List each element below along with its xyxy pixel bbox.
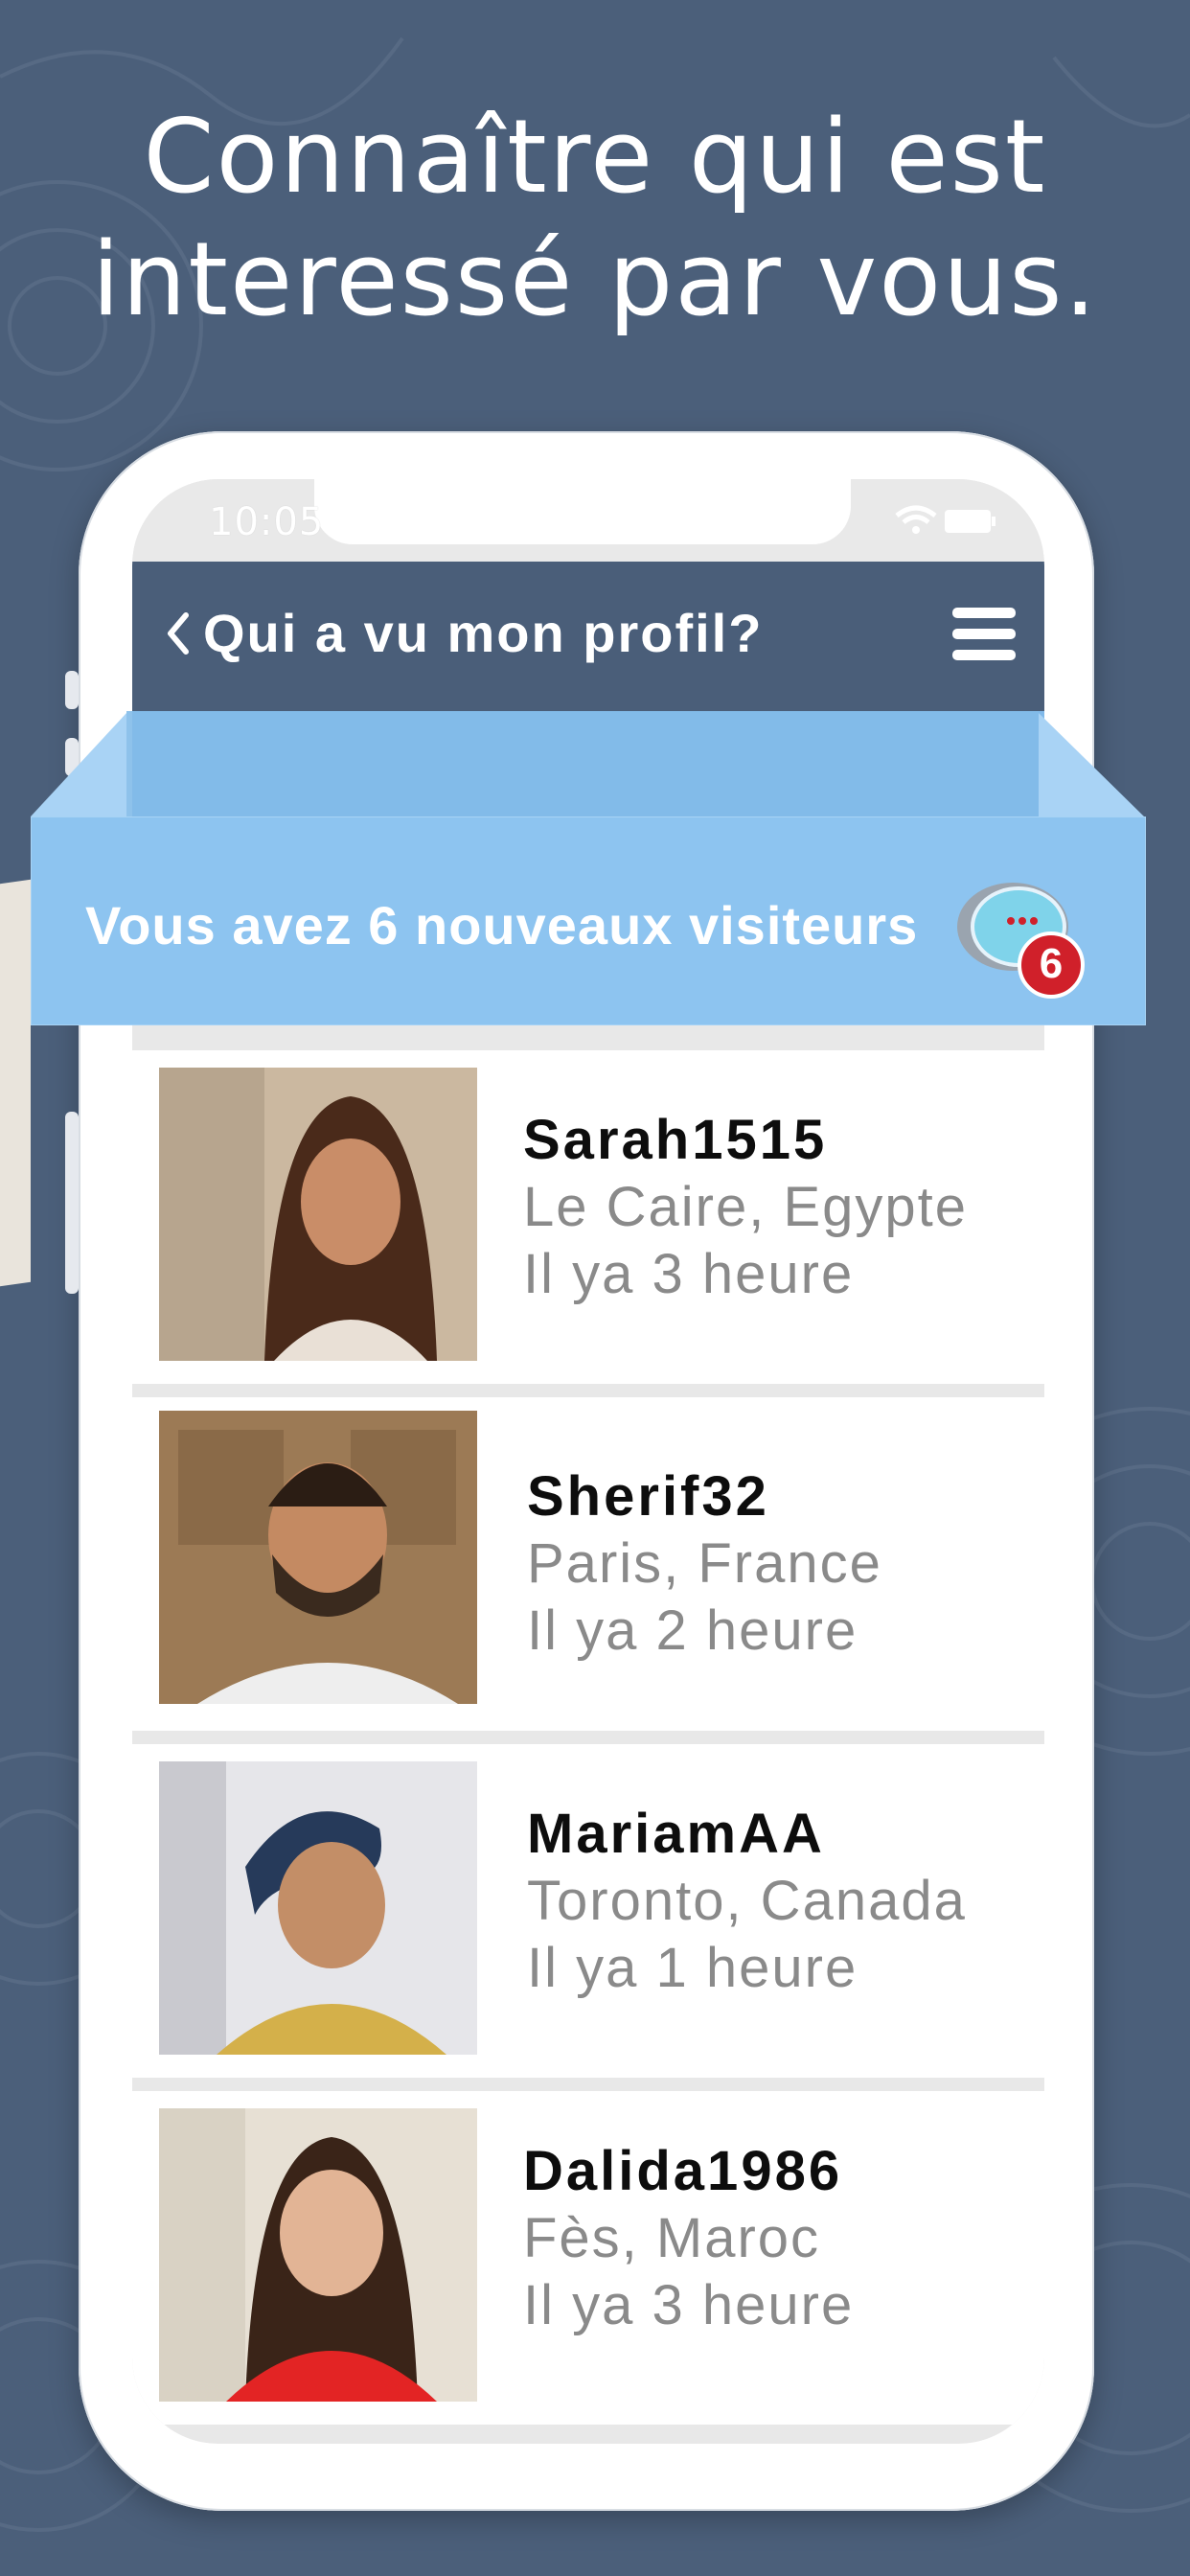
app-header: Qui a vu mon profil? (132, 562, 1044, 711)
page-title: Qui a vu mon profil? (203, 603, 764, 663)
phone-side-button (65, 1112, 79, 1294)
visitor-time-ago: Il ya 3 heure (523, 2274, 855, 2336)
status-time: 10:05 (209, 500, 325, 544)
visitor-username: Sarah1515 (523, 1109, 828, 1171)
wifi-icon (895, 505, 937, 534)
headline-line-2: interessé par vous. (91, 220, 1099, 338)
banner-fold (31, 713, 1144, 816)
visitor-location: Le Caire, Egypte (523, 1176, 969, 1238)
avatar[interactable] (159, 2108, 477, 2402)
visitor-time-ago: Il ya 3 heure (523, 1243, 855, 1305)
visitor-location: Fès, Maroc (523, 2207, 821, 2269)
avatar[interactable] (159, 1761, 477, 2055)
headline-line-1: Connaître qui est (143, 98, 1047, 216)
notification-badge: 6 (1018, 932, 1085, 999)
visitor-row[interactable]: Sarah1515 Le Caire, Egypte Il ya 3 heure (132, 1050, 1044, 1384)
visitor-username: Dalida1986 (523, 2140, 843, 2202)
visitor-row[interactable]: MariamAA Toronto, Canada Il ya 1 heure (132, 1744, 1044, 2078)
side-card (0, 879, 31, 1287)
visitor-username: Sherif32 (527, 1465, 769, 1528)
status-icons (895, 505, 995, 534)
banner-text: Vous avez 6 nouveaux visiteurs (85, 895, 919, 955)
avatar[interactable] (159, 1068, 477, 1361)
visitor-location: Toronto, Canada (527, 1870, 967, 1932)
avatar[interactable] (159, 1411, 477, 1704)
hamburger-menu-icon[interactable] (950, 604, 1018, 665)
notch (314, 479, 851, 544)
new-visitors-banner[interactable]: Vous avez 6 nouveaux visiteurs (31, 816, 1146, 1025)
back-chevron-icon[interactable] (163, 610, 192, 657)
battery-icon (945, 510, 995, 533)
visitor-username: MariamAA (527, 1803, 825, 1865)
headline: Connaître qui est interessé par vous. (0, 96, 1190, 341)
visitor-row[interactable]: Dalida1986 Fès, Maroc Il ya 3 heure (132, 2091, 1044, 2425)
phone-side-button (65, 671, 79, 709)
visitor-row[interactable]: Sherif32 Paris, France Il ya 2 heure (132, 1397, 1044, 1731)
visitor-time-ago: Il ya 1 heure (527, 1937, 858, 1999)
visitor-location: Paris, France (527, 1532, 882, 1595)
status-bar: 10:05 (132, 479, 1044, 562)
visitor-time-ago: Il ya 2 heure (527, 1599, 858, 1662)
